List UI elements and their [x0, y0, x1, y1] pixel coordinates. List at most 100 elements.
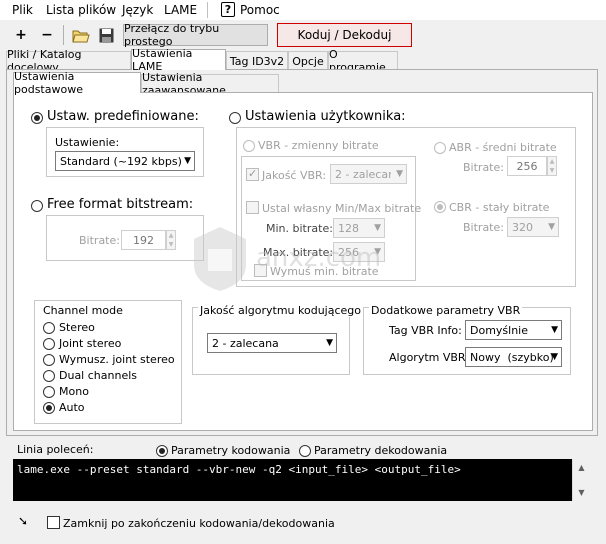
- down-arrow-icon: ▼: [168, 241, 174, 248]
- free-format-bitrate-label: Bitrate:: [79, 234, 120, 247]
- channel-dual-label: Dual channels: [59, 369, 137, 382]
- quality-select[interactable]: 2 - zalecana ▼: [207, 333, 337, 353]
- open-folder-button[interactable]: [70, 24, 92, 46]
- toolbar-separator: [63, 25, 64, 45]
- remove-file-button[interactable]: −: [36, 24, 58, 46]
- vbr-algo-label: Algorytm VBR:: [389, 351, 469, 364]
- channel-joint-stereo-label: Joint stereo: [59, 337, 122, 350]
- quality-value: 2 - zalecana: [212, 336, 279, 350]
- free-format-radio[interactable]: [31, 200, 43, 212]
- free-format-bitrate-input[interactable]: 192: [121, 230, 166, 250]
- encode-decode-button[interactable]: Koduj / Dekoduj: [277, 23, 412, 47]
- menu-plik[interactable]: Plik: [12, 3, 33, 17]
- abr-bitrate-spinner[interactable]: ▲ ▼: [547, 156, 557, 176]
- channel-stereo-radio[interactable]: [43, 322, 55, 334]
- preset-setting-value: Standard (~192 kbps): [60, 154, 182, 168]
- decode-params-label: Parametry dekodowania: [314, 444, 448, 457]
- vbr-quality-select[interactable]: 2 - zalecana ▼: [330, 164, 407, 184]
- tab-files[interactable]: Pliki / Katalog docelowy: [6, 48, 131, 74]
- vbr-quality-label: Jakość VBR:: [262, 169, 327, 182]
- scroll-up-icon[interactable]: ▲: [573, 459, 590, 476]
- help-icon[interactable]: ?: [221, 2, 235, 17]
- preset-label: Ustaw. predefiniowane:: [47, 109, 199, 124]
- free-format-bitrate-spinner[interactable]: ▲ ▼: [166, 230, 176, 250]
- vbr-algo-value: Nowy (szybko): [470, 350, 554, 364]
- channel-mono-radio[interactable]: [43, 386, 55, 398]
- menu-jezyk[interactable]: Język: [122, 3, 153, 17]
- chevron-down-icon: ▼: [396, 169, 403, 179]
- watermark-text: anxz.com: [256, 243, 382, 273]
- abr-bitrate-input[interactable]: 256: [507, 156, 547, 176]
- vbr-tag-value: Domyślnie: [470, 323, 529, 337]
- chevron-down-icon: ▼: [551, 352, 558, 362]
- cbr-bitrate-label: Bitrate:: [463, 221, 504, 234]
- tab-id3v2[interactable]: Tag ID3v2: [226, 51, 288, 70]
- encode-params-radio[interactable]: [156, 445, 168, 457]
- chevron-down-icon: ▼: [551, 325, 558, 335]
- abr-label: ABR - średni bitrate: [449, 141, 557, 154]
- menu-lista-plikow[interactable]: Lista plików: [46, 3, 116, 17]
- quality-title: Jakość algorytmu kodującego: [198, 304, 363, 317]
- encode-params-label: Parametry kodowania: [171, 444, 291, 457]
- minus-icon: −: [41, 27, 53, 43]
- tab-basic-settings[interactable]: Ustawienia podstawowe: [13, 70, 141, 96]
- minmax-label: Ustal własny Min/Max bitrate: [262, 202, 422, 215]
- vbr-algo-select[interactable]: Nowy (szybko) ▼: [465, 347, 562, 367]
- command-line-textbox[interactable]: lame.exe --preset standard --vbr-new -q2…: [13, 459, 587, 501]
- chevron-down-icon: ▼: [326, 338, 333, 348]
- floppy-disk-icon: [99, 28, 113, 42]
- scroll-down-icon[interactable]: ▼: [573, 484, 590, 501]
- tab-lame-settings[interactable]: Ustawienia LAME: [131, 47, 226, 73]
- up-arrow-icon: ▲: [549, 158, 555, 165]
- tab-options[interactable]: Opcje: [288, 51, 328, 70]
- abr-bitrate-label: Bitrate:: [463, 161, 504, 174]
- channel-forced-joint-label: Wymusz. joint stereo: [59, 353, 175, 366]
- decode-params-radio[interactable]: [299, 445, 311, 457]
- vbr-label: VBR - zmienny bitrate: [258, 139, 379, 152]
- vbr-radio[interactable]: [243, 140, 255, 152]
- tab-about[interactable]: O programie: [328, 48, 398, 74]
- cbr-bitrate-select[interactable]: 320 ▼: [507, 217, 559, 237]
- close-after-checkbox[interactable]: [47, 516, 60, 529]
- channel-auto-radio[interactable]: [43, 402, 55, 414]
- menu-separator: [207, 2, 208, 18]
- down-arrow-icon: ▼: [549, 167, 555, 174]
- preset-setting-label: Ustawienie:: [55, 136, 120, 149]
- watermark-logo: anxz.com: [190, 225, 420, 315]
- menu-bar: Plik Lista plików Język LAME ? Pomoc: [0, 0, 606, 20]
- save-button[interactable]: [95, 24, 117, 46]
- vbr-tag-label: Tag VBR Info:: [389, 324, 462, 337]
- open-folder-icon: [72, 30, 90, 42]
- channel-stereo-label: Stereo: [59, 321, 95, 334]
- channel-forced-joint-radio[interactable]: [43, 354, 55, 366]
- user-settings-radio[interactable]: [229, 112, 241, 124]
- channel-mode-title: Channel mode: [43, 304, 123, 317]
- menu-pomoc[interactable]: Pomoc: [240, 3, 280, 17]
- cbr-bitrate-value: 320: [512, 220, 533, 234]
- vbr-quality-checkbox[interactable]: [246, 167, 259, 181]
- switch-simple-mode-button[interactable]: Przełącz do trybu prostego: [123, 22, 268, 48]
- channel-mono-label: Mono: [59, 385, 89, 398]
- channel-joint-stereo-radio[interactable]: [43, 338, 55, 350]
- toolbar: + − Przełącz do trybu prostego Koduj / D…: [0, 22, 606, 48]
- shield-icon: [194, 227, 246, 291]
- cbr-radio[interactable]: [434, 201, 446, 213]
- channel-dual-radio[interactable]: [43, 370, 55, 382]
- user-settings-label: Ustawienia użytkownika:: [245, 109, 406, 124]
- vbr-tag-select[interactable]: Domyślnie ▼: [465, 320, 562, 340]
- cbr-label: CBR - stały bitrate: [449, 201, 550, 214]
- abr-radio[interactable]: [434, 142, 446, 154]
- vbr-params-title: Dodatkowe parametry VBR: [369, 304, 523, 317]
- plus-icon: +: [15, 27, 27, 43]
- up-arrow-icon: ▲: [168, 232, 174, 239]
- preset-setting-select[interactable]: Standard (~192 kbps) ▼: [55, 151, 195, 171]
- command-scrollbar[interactable]: ▲ ▼: [572, 459, 589, 501]
- minmax-checkbox[interactable]: [246, 201, 259, 214]
- preset-radio[interactable]: [31, 112, 43, 124]
- resize-arrow-icon: ➘: [18, 514, 29, 528]
- vbr-quality-value: 2 - zalecana: [335, 167, 391, 181]
- close-after-label: Zamknij po zakończeniu kodowania/dekodow…: [63, 517, 335, 530]
- tab-advanced-settings[interactable]: Ustawienia zaawansowane: [141, 71, 279, 97]
- add-file-button[interactable]: +: [10, 24, 32, 46]
- menu-lame[interactable]: LAME: [164, 3, 197, 17]
